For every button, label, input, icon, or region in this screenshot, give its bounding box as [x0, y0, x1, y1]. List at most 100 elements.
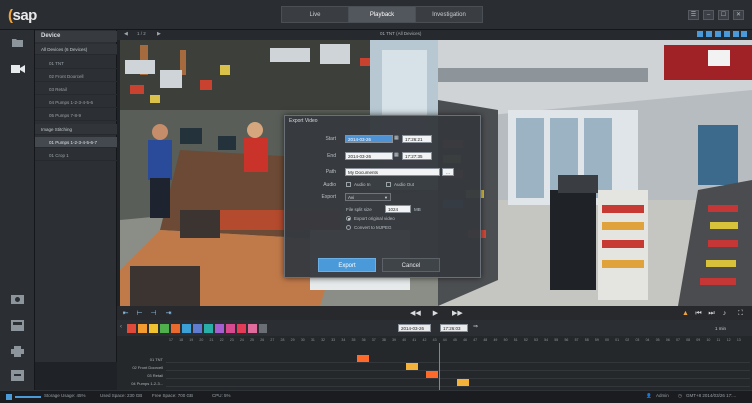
end-date-field[interactable]: 2014-03-26	[345, 152, 393, 160]
rewind-icon[interactable]: ◀◀	[410, 309, 421, 318]
storage-icon	[6, 394, 12, 400]
step-forward-icon[interactable]: ⏭	[707, 309, 716, 318]
convert-mjpeg-label: Convert to MJPEG	[354, 225, 392, 230]
export-clip-icon[interactable]: ⇥	[164, 309, 173, 318]
timeline-tick-label: 06	[665, 338, 670, 342]
storage-icon[interactable]	[9, 320, 26, 333]
camera-icon[interactable]	[9, 64, 26, 77]
cancel-button[interactable]: Cancel	[382, 258, 440, 272]
timeline-tick-label: 23	[229, 338, 234, 342]
audio-out-checkbox[interactable]	[386, 182, 391, 187]
export-original-radio[interactable]	[346, 216, 351, 221]
timeline-row[interactable]	[166, 386, 750, 387]
collapse-icon[interactable]: ‹	[120, 324, 122, 330]
timeline-tick-label: 58	[584, 338, 589, 342]
clip-start-icon[interactable]: ⊢	[135, 309, 144, 318]
timeline-zoom[interactable]: 1 min	[715, 326, 726, 331]
device-item[interactable]: 05 Pumps 7-8-9	[35, 110, 117, 121]
close-button[interactable]: ✕	[733, 10, 744, 20]
archive-icon[interactable]	[9, 370, 26, 383]
export-button[interactable]: Export	[318, 258, 376, 272]
tab-investigation[interactable]: Investigation	[415, 6, 483, 23]
browse-button[interactable]: ...	[442, 168, 454, 176]
tab-live[interactable]: Live	[281, 6, 349, 23]
timeline-tick-label: 13	[736, 338, 741, 342]
timeline-tick-label: 57	[574, 338, 579, 342]
device-group-all[interactable]: All Devices (6 Devices)	[35, 44, 117, 55]
timeline-row[interactable]	[166, 362, 750, 363]
clip-end-icon[interactable]: ⊣	[149, 309, 158, 318]
timeline-tick-label: 48	[483, 338, 488, 342]
timeline-tick-label: 12	[726, 338, 731, 342]
snapshot-icon[interactable]	[9, 293, 26, 306]
path-label: Path	[325, 169, 336, 175]
timeline-row[interactable]	[166, 370, 750, 371]
prev-page-icon[interactable]: ◀	[124, 31, 128, 37]
play-icon[interactable]: ▶	[431, 309, 440, 318]
timeline-tick-label: 29	[290, 338, 295, 342]
split-size-field[interactable]: 1024	[385, 205, 411, 213]
timeline-tick-label: 27	[270, 338, 275, 342]
storage-usage-text: Storage Usage: 45%	[44, 393, 86, 398]
maximize-button[interactable]: ☐	[718, 10, 729, 20]
timeline-tick-label: 28	[280, 338, 285, 342]
recording-segment[interactable]	[406, 363, 418, 370]
left-icon-rail	[0, 30, 35, 390]
layout-buttons[interactable]	[697, 31, 747, 38]
end-time-field[interactable]: 17:27:35	[402, 152, 432, 160]
stitched-item[interactable]: 01 Crop 1	[35, 150, 117, 161]
step-back-icon[interactable]: ⏮	[694, 309, 703, 318]
timeline-tick-label: 34	[341, 338, 346, 342]
device-item[interactable]: 02 Front Doorcell	[35, 71, 117, 82]
timeline-tick-label: 44	[442, 338, 447, 342]
menu-button[interactable]: ☰	[688, 10, 699, 20]
video-title: 01 TNT (All Devices)	[380, 31, 422, 36]
timeline-ticks: 17 18 19 20 21 22 23 24 25 26 27 28 29 30 31 32 33 34 35 36…	[117, 338, 752, 345]
timeline-tick-label: 42	[422, 338, 427, 342]
warning-icon[interactable]: ▲	[681, 309, 690, 318]
timeline-tick-label: 56	[564, 338, 569, 342]
next-page-icon[interactable]: ▶	[157, 31, 161, 37]
recording-segment[interactable]	[457, 379, 469, 386]
prev-frame-icon[interactable]: ⇤	[121, 309, 130, 318]
event-filter-icons[interactable]	[127, 324, 267, 333]
timeline-tick-label: 51	[513, 338, 518, 342]
start-time-field[interactable]: 17:26:21	[402, 135, 432, 143]
timeline-tick-label: 02	[625, 338, 630, 342]
timeline-date-field[interactable]: 2014-03-26	[398, 324, 431, 332]
device-group-stitching[interactable]: Image Stitching	[35, 124, 117, 135]
timeline-tick-label: 03	[635, 338, 640, 342]
calendar-icon[interactable]: ▦	[394, 152, 400, 160]
timeline-tick-label: 11	[716, 338, 721, 342]
recording-segment[interactable]	[357, 355, 369, 362]
printer-icon[interactable]	[9, 346, 26, 359]
device-item[interactable]: 04 Pumps 1-2-3-4-5-6	[35, 97, 117, 108]
timeline-tick-label: 36	[361, 338, 366, 342]
timeline-time-field[interactable]: 17:26:03	[440, 324, 468, 332]
calendar-icon[interactable]: ▦	[394, 135, 400, 143]
timeline-row-label: 04 Pumps 1-2-3...	[131, 381, 163, 386]
recording-segment[interactable]	[426, 371, 438, 378]
timeline-tick-label: 40	[402, 338, 407, 342]
minimize-button[interactable]: –	[703, 10, 714, 20]
device-item[interactable]: 03 Retail	[35, 84, 117, 95]
go-to-time-icon[interactable]: ⇒	[473, 323, 478, 330]
playhead[interactable]	[439, 343, 440, 390]
export-format-select[interactable]: Avi ▼	[345, 193, 391, 201]
volume-icon[interactable]: ♪	[720, 309, 729, 318]
timeline-tick-label: 01	[615, 338, 620, 342]
path-field[interactable]: My Documents	[345, 168, 440, 176]
fast-forward-icon[interactable]: ▶▶	[452, 309, 463, 318]
video-feed-right[interactable]	[438, 40, 752, 306]
start-date-field[interactable]: 2014-03-26	[345, 135, 393, 143]
timeline-tick-label: 41	[412, 338, 417, 342]
timeline-tick-label: 26	[260, 338, 265, 342]
audio-in-checkbox[interactable]	[346, 182, 351, 187]
tab-playback[interactable]: Playback	[348, 6, 416, 23]
device-item[interactable]: 01 TNT	[35, 58, 117, 69]
stitched-item[interactable]: 01 Pumps 1-2-3-4-5-6-7	[35, 137, 117, 148]
current-user[interactable]: Admin	[656, 393, 669, 398]
fullscreen-icon[interactable]: ⛶	[736, 309, 745, 318]
convert-mjpeg-radio[interactable]	[346, 225, 351, 230]
folder-icon[interactable]	[9, 37, 26, 50]
